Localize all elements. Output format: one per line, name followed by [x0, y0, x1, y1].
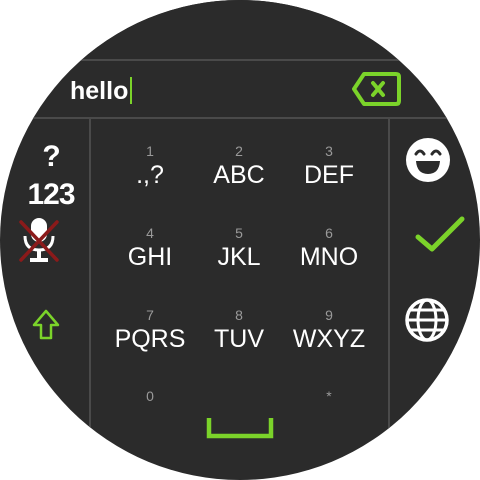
shift-button[interactable]	[32, 308, 60, 342]
mic-off-icon	[19, 218, 59, 262]
key-letters: DEF	[304, 161, 354, 189]
key-number: 4	[146, 225, 154, 241]
key-8[interactable]: 8 TUV	[194, 307, 284, 377]
key-number: 2	[235, 143, 243, 159]
key-number: 8	[235, 307, 243, 323]
key-4[interactable]: 4 GHI	[105, 225, 195, 295]
divider-top	[0, 59, 480, 61]
key-3[interactable]: 3 DEF	[284, 143, 374, 213]
key-1[interactable]: 1 .,?	[105, 143, 195, 213]
divider-input	[0, 117, 480, 119]
key-0[interactable]: 0	[105, 388, 195, 428]
space-button[interactable]	[205, 412, 275, 442]
key-number: 9	[325, 307, 333, 323]
text-cursor	[130, 76, 133, 104]
key-letters: MNO	[299, 243, 359, 271]
key-6[interactable]: 6 MNO	[284, 225, 374, 295]
key-2[interactable]: 2 ABC	[194, 143, 284, 213]
language-button[interactable]	[404, 297, 450, 343]
mic-button[interactable]	[17, 212, 61, 268]
globe-icon	[405, 298, 449, 342]
key-letters: GHI	[127, 243, 173, 271]
key-number: 0	[146, 388, 154, 404]
key-letters: PQRS	[114, 325, 186, 353]
emoji-button[interactable]	[405, 137, 451, 183]
enter-button[interactable]	[414, 215, 466, 255]
key-7[interactable]: 7 PQRS	[105, 307, 195, 377]
key-number: 5	[235, 225, 243, 241]
emoji-icon	[406, 138, 450, 182]
key-letters: WXYZ	[292, 325, 366, 353]
key-number: 6	[325, 225, 333, 241]
key-letters: JKL	[217, 243, 261, 271]
input-value: hello	[70, 77, 129, 105]
key-number: 1	[146, 143, 154, 159]
keyboard-screen: hello ?123 1 .,? 2 ABC 3 DEF 4 GHI 5 JKL…	[0, 0, 480, 480]
key-letters: .,?	[136, 161, 164, 189]
text-input[interactable]: hello	[70, 74, 133, 108]
key-letters: TUV	[214, 325, 264, 353]
key-number: 7	[146, 307, 154, 323]
space-icon	[206, 418, 274, 439]
top-area	[0, 0, 480, 60]
divider-right	[388, 118, 390, 480]
backspace-button[interactable]	[351, 70, 401, 108]
divider-left	[89, 118, 91, 480]
shift-icon	[32, 309, 60, 340]
key-5[interactable]: 5 JKL	[194, 225, 284, 295]
backspace-icon	[352, 72, 401, 106]
checkmark-icon	[415, 216, 465, 252]
key-9[interactable]: 9 WXYZ	[284, 307, 374, 377]
key-star[interactable]: *	[284, 388, 374, 428]
symbols-button[interactable]: ?123	[20, 138, 82, 211]
key-letters: ABC	[213, 161, 265, 189]
key-number: 3	[325, 143, 333, 159]
key-number: *	[326, 388, 332, 404]
